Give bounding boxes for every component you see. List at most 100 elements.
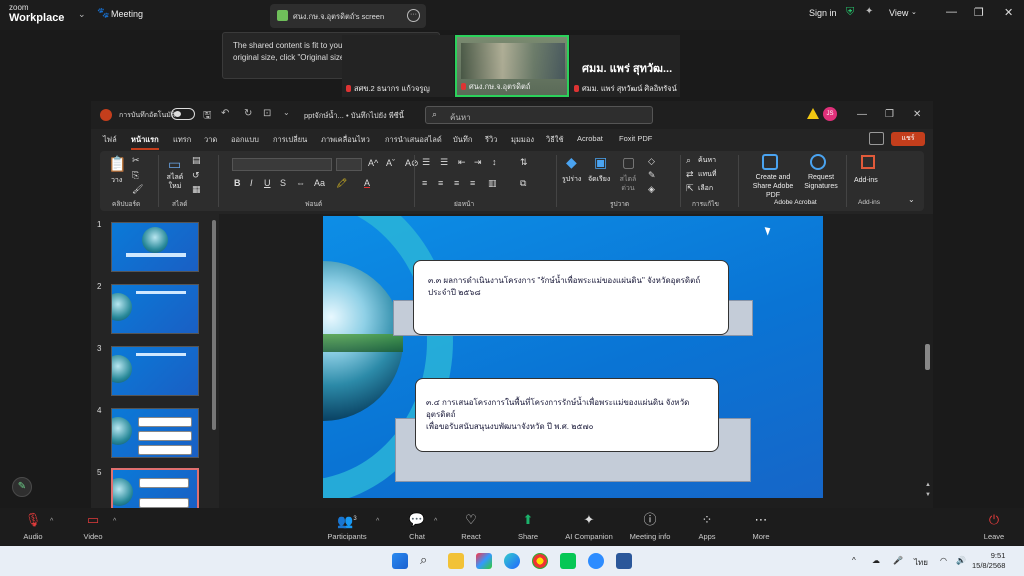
bullets-icon[interactable]: ☰ [422,157,430,168]
bold-icon[interactable]: B [234,178,241,188]
comments-icon[interactable] [869,132,884,145]
avatar[interactable]: JS [823,107,837,121]
tab-slideshow[interactable]: การนำเสนอสไลด์ [385,134,442,146]
shape-outline-icon[interactable]: ✎ [648,170,656,181]
grow-font-icon[interactable]: A^ [368,158,378,168]
find-icon[interactable]: ⌕ [686,155,691,166]
current-slide[interactable]: ๓.๓ ผลการดำเนินงานโครงการ "รักษ์น้ำเพื่อ… [323,216,823,498]
smartart-icon[interactable]: ⧉ [520,178,526,189]
increase-indent-icon[interactable]: ⇥ [474,157,482,168]
addins-label[interactable]: Add-ins [854,176,878,185]
video-button[interactable]: ▭ Video [78,512,108,541]
highlight-icon[interactable]: 🖍 [336,178,347,189]
select-label[interactable]: เลือก [698,184,713,193]
sign-in-link[interactable]: Sign in [809,8,837,18]
edge-icon[interactable] [504,553,520,569]
participants-button[interactable]: 👥3 Participants [322,512,372,541]
reset-icon[interactable]: ↺ [192,170,200,181]
meeting-info-button[interactable]: ⓘ Meeting info [626,512,674,541]
tab-help[interactable]: วิธีใช้ [546,134,564,146]
line-icon[interactable] [560,553,576,569]
new-slide-label[interactable]: สไลด์ใหม่ [164,173,186,191]
tab-home[interactable]: หน้าแรก [131,134,159,150]
slide-thumbnail-5[interactable] [111,468,199,510]
shield-icon[interactable]: ⛨ [846,6,854,19]
save-icon[interactable]: 🖫 [203,108,212,125]
tab-review[interactable]: รีวิว [485,134,497,146]
store-icon[interactable] [476,553,492,569]
scroll-up-icon[interactable]: ▲ [925,482,931,488]
share-button[interactable]: แชร์ [891,132,925,146]
format-painter-icon[interactable]: 🖌 [132,184,143,195]
replace-icon[interactable]: ⇄ [686,169,694,180]
scroll-down-icon[interactable]: ▼ [925,492,931,498]
wifi-icon[interactable]: ◠ [940,556,947,565]
spacing-icon[interactable]: ⇔ [296,178,305,188]
font-size-field[interactable] [336,158,362,171]
select-icon[interactable]: ⇱ [686,183,694,194]
line-spacing-icon[interactable]: ↕ [492,157,497,167]
numbering-icon[interactable]: ☰ [440,157,448,168]
video-tile[interactable]: ศมม. แพร่ สุทวัฒ... ศมม. แพร่ สุทวัฒน์ ศ… [570,35,680,97]
tab-acrobat[interactable]: Acrobat [577,134,603,143]
minimize-icon[interactable]: — [946,6,957,18]
tab-transitions[interactable]: การเปลี่ยน [273,134,307,146]
customize-toolbar-icon[interactable]: ⌄ [283,108,290,117]
apps-button[interactable]: ⁘ Apps [690,512,724,541]
create-pdf-icon[interactable] [762,154,778,170]
tab-foxit-pdf[interactable]: Foxit PDF [619,134,652,143]
arrange-icon[interactable]: ▣ [594,154,607,171]
align-left-icon[interactable]: ≡ [422,178,427,188]
request-signatures-icon[interactable] [810,154,826,170]
underline-icon[interactable]: U [264,178,271,188]
font-color-icon[interactable]: A [364,178,370,188]
present-icon[interactable]: ⊡ [263,108,271,119]
ppt-minimize-icon[interactable]: — [857,109,867,120]
volume-icon[interactable]: 🔊 [956,556,966,565]
ppt-restore-icon[interactable]: ❐ [885,109,894,120]
chevron-down-icon[interactable]: ⌄ [78,9,86,20]
italic-icon[interactable]: I [250,178,253,188]
network-icon[interactable]: ☁ [872,556,880,565]
paste-icon[interactable]: 📋 [108,155,127,173]
strikethrough-icon[interactable]: S [280,178,286,188]
copy-icon[interactable]: ⎘ [132,170,139,181]
shape-effects-icon[interactable]: ◈ [648,184,655,195]
quick-styles-icon[interactable]: ▢ [622,154,635,171]
chrome-icon[interactable] [532,553,548,569]
audio-caret-icon[interactable]: ^ [50,518,53,525]
new-slide-icon[interactable]: ▭ [168,156,181,173]
more-options-icon[interactable]: ··· [407,9,420,22]
close-icon[interactable]: ✕ [1004,6,1013,19]
tab-view[interactable]: มุมมอง [511,134,534,146]
taskbar-clock[interactable]: 9:51 15/8/2568 [972,551,1005,571]
find-label[interactable]: ค้นหา [698,156,716,165]
change-case-icon[interactable]: Aa [314,178,325,188]
arrange-label[interactable]: จัดเรียง [588,175,610,184]
columns-icon[interactable]: ▥ [488,178,497,189]
ai-companion-button[interactable]: ✦ AI Companion [560,512,618,541]
chat-button[interactable]: 💬 Chat [400,512,434,541]
react-button[interactable]: ♡ React [454,512,488,541]
share-screen-pill[interactable]: ศนง.กษ.จ.อุตรดิตถ์'s screen ··· [270,4,426,28]
word-icon[interactable] [616,553,632,569]
shapes-icon[interactable]: ◆ [566,154,577,171]
paste-label[interactable]: วาง [111,176,122,185]
cut-icon[interactable]: ✂ [132,155,140,166]
shape-fill-icon[interactable]: ◇ [648,156,655,167]
ppt-search-input[interactable]: ⌕ ค้นหา [425,106,653,124]
slide-thumbnail-3[interactable] [111,346,199,396]
slide-thumbnail-1[interactable] [111,222,199,272]
leave-button[interactable]: ⏻ Leave [978,512,1010,541]
slide-thumbnail-2[interactable] [111,284,199,334]
font-name-field[interactable] [232,158,332,171]
view-chevron-icon[interactable]: ⌄ [911,8,917,16]
video-tile-active[interactable]: ศนง.กษ.จ.อุตรดิตถ์ [455,35,569,97]
chat-caret-icon[interactable]: ^ [434,518,437,525]
layout-icon[interactable]: ▤ [192,155,201,166]
audio-button[interactable]: 🎙 Audio [18,512,48,541]
tab-insert[interactable]: แทรก [173,134,191,146]
share-button[interactable]: ⬆ Share [510,512,546,541]
thumbnail-scrollbar[interactable] [212,220,216,430]
sparkle-icon[interactable]: ✦ [865,6,873,17]
